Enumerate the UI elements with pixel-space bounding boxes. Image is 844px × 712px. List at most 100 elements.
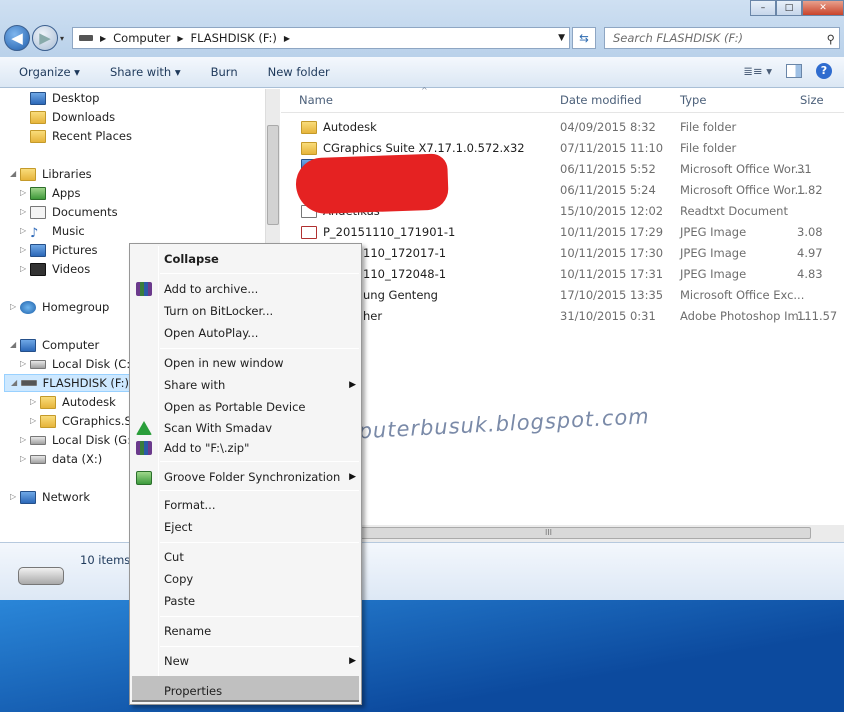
breadcrumb-computer[interactable]: Computer: [113, 31, 170, 45]
chevron-right-icon[interactable]: ▶: [100, 34, 106, 43]
menu-item-groove-sync[interactable]: Groove Folder Synchronization ▶: [164, 467, 356, 487]
nav-item-libraries[interactable]: ◢ Libraries: [10, 165, 92, 183]
collapse-arrow-icon[interactable]: ◢: [10, 336, 20, 354]
menu-item-new[interactable]: New ▶: [164, 651, 356, 671]
menu-item-add-to-archive[interactable]: Add to archive...: [164, 279, 258, 299]
minimize-button[interactable]: –: [750, 0, 776, 16]
local-disk-icon: [30, 454, 46, 464]
menu-item-share-with[interactable]: Share with ▶: [164, 375, 356, 395]
menu-item-open-autoplay[interactable]: Open AutoPlay...: [164, 323, 258, 343]
menu-item-collapse[interactable]: Collapse: [164, 249, 219, 269]
nav-item-videos[interactable]: ▷ Videos: [20, 260, 90, 278]
nav-item-pictures[interactable]: ▷ Pictures: [20, 241, 98, 259]
close-button[interactable]: ✕: [802, 0, 844, 16]
items-count: 10 items: [80, 553, 131, 567]
file-row[interactable]: her 31/10/2015 0:31 Adobe Photoshop Im... 1…: [281, 306, 844, 327]
organize-button[interactable]: Organize ▾: [19, 65, 80, 79]
recent-pages-icon[interactable]: ▾: [60, 34, 64, 43]
nav-item-homegroup[interactable]: ▷ Homegroup: [10, 298, 109, 316]
share-with-button[interactable]: Share with ▾: [110, 65, 181, 79]
breadcrumb-flashdisk[interactable]: FLASHDISK (F:): [190, 31, 276, 45]
chevron-right-icon[interactable]: ▶: [284, 34, 290, 43]
search-icon[interactable]: ⚲: [827, 29, 835, 49]
menu-item-cut[interactable]: Cut: [164, 547, 184, 567]
file-row[interactable]: Autodesk 04/09/2015 8:32 File folder: [281, 117, 844, 138]
nav-item-flashdisk[interactable]: ◢ FLASHDISK (F:): [4, 374, 130, 392]
menu-item-bitlocker[interactable]: Turn on BitLocker...: [164, 301, 273, 321]
expand-arrow-icon[interactable]: ▷: [20, 431, 30, 449]
expand-arrow-icon[interactable]: ▷: [30, 412, 40, 430]
nav-item-recent-places[interactable]: Recent Places: [30, 127, 132, 145]
expand-arrow-icon[interactable]: ▷: [20, 450, 30, 468]
back-button[interactable]: ◀: [4, 25, 30, 51]
recent-places-icon: [30, 129, 46, 143]
menu-item-scan-smadav[interactable]: Scan With Smadav: [164, 418, 272, 438]
nav-item-autodesk[interactable]: ▷ Autodesk: [30, 393, 116, 411]
maximize-button[interactable]: □: [776, 0, 802, 16]
forward-button[interactable]: ▶: [32, 25, 58, 51]
scroll-thumb[interactable]: [267, 125, 279, 225]
nav-item-apps[interactable]: ▷ Apps: [20, 184, 80, 202]
menu-separator: [160, 348, 359, 349]
preview-pane-icon[interactable]: [786, 64, 802, 78]
search-input[interactable]: Search FLASHDISK (F:) ⚲: [604, 27, 840, 49]
burn-button[interactable]: Burn: [211, 65, 238, 79]
expand-arrow-icon[interactable]: ▷: [20, 222, 30, 240]
expand-arrow-icon[interactable]: ▷: [20, 260, 30, 278]
menu-item-copy[interactable]: Copy: [164, 569, 193, 589]
menu-item-add-to-zip[interactable]: Add to "F:\.zip": [164, 438, 249, 458]
nav-item-music[interactable]: ▷ ♪ Music: [20, 222, 85, 241]
winrar-icon: [136, 282, 152, 296]
expand-arrow-icon[interactable]: ▷: [20, 184, 30, 202]
collapse-arrow-icon[interactable]: ◢: [10, 165, 20, 183]
file-row[interactable]: 110_172017-1 10/11/2015 17:30 JPEG Image 4.…: [281, 243, 844, 264]
expand-arrow-icon[interactable]: ▷: [10, 298, 20, 316]
column-date-modified[interactable]: Date modified: [560, 93, 642, 107]
new-folder-button[interactable]: New folder: [268, 65, 330, 79]
nav-item-cgraphics[interactable]: ▷ CGraphics.Sui: [30, 412, 142, 430]
address-bar[interactable]: ▶ Computer ▶ FLASHDISK (F:) ▶ ▼: [72, 27, 570, 49]
expand-arrow-icon[interactable]: ▷: [30, 393, 40, 411]
flashdisk-large-icon: [18, 567, 64, 585]
expand-arrow-icon[interactable]: ▷: [20, 241, 30, 259]
chevron-right-icon[interactable]: ▶: [177, 34, 183, 43]
column-name[interactable]: Name: [299, 93, 333, 107]
folder-icon: [301, 121, 317, 134]
nav-item-data-x[interactable]: ▷ data (X:): [20, 450, 102, 468]
nav-item-downloads[interactable]: Downloads: [30, 108, 115, 126]
nav-item-computer[interactable]: ◢ Computer: [10, 336, 99, 354]
scroll-thumb[interactable]: III: [286, 527, 811, 539]
help-icon[interactable]: ?: [816, 63, 832, 79]
column-type[interactable]: Type: [680, 93, 706, 107]
menu-item-open-new-window[interactable]: Open in new window: [164, 353, 284, 373]
column-size[interactable]: Size: [800, 93, 824, 107]
menu-item-eject[interactable]: Eject: [164, 517, 192, 537]
jpeg-image-icon: [301, 226, 317, 239]
view-options-icon[interactable]: ≣≡ ▾: [743, 64, 772, 78]
collapse-arrow-icon[interactable]: ◢: [11, 374, 21, 392]
menu-item-paste[interactable]: Paste: [164, 591, 195, 611]
file-row[interactable]: 110_172048-1 10/11/2015 17:31 JPEG Image 4.…: [281, 264, 844, 285]
documents-icon: [30, 205, 46, 219]
horizontal-scrollbar[interactable]: III: [281, 525, 844, 542]
menu-separator: [160, 616, 359, 617]
pictures-icon: [30, 243, 46, 257]
menu-item-format[interactable]: Format...: [164, 495, 216, 515]
menu-item-properties[interactable]: Properties: [164, 681, 222, 701]
libraries-icon: [20, 167, 36, 181]
nav-item-desktop[interactable]: Desktop: [30, 89, 99, 107]
menu-item-rename[interactable]: Rename: [164, 621, 211, 641]
menu-item-open-portable-device[interactable]: Open as Portable Device: [164, 397, 305, 417]
nav-item-local-disk-g[interactable]: ▷ Local Disk (G:): [20, 431, 136, 449]
expand-arrow-icon[interactable]: ▷: [20, 355, 30, 373]
expand-arrow-icon[interactable]: ▷: [20, 203, 30, 221]
file-row[interactable]: P_20151110_171901-1 10/11/2015 17:29 JPEG …: [281, 222, 844, 243]
refresh-button[interactable]: ⇆: [572, 27, 596, 49]
address-dropdown-icon[interactable]: ▼: [558, 33, 565, 43]
expand-arrow-icon[interactable]: ▷: [10, 488, 20, 506]
nav-item-documents[interactable]: ▷ Documents: [20, 203, 118, 221]
nav-item-network[interactable]: ▷ Network: [10, 488, 90, 506]
file-row[interactable]: ung Genteng 17/10/2015 13:35 Microsoft Off…: [281, 285, 844, 306]
folder-icon: [40, 414, 56, 428]
nav-item-local-disk-c[interactable]: ▷ Local Disk (C:): [20, 355, 135, 373]
